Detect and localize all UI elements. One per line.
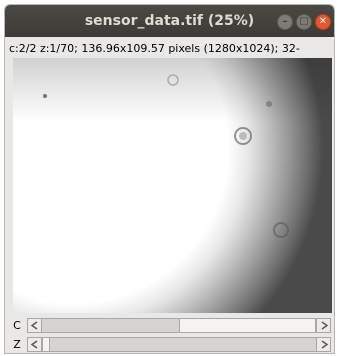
z-slider-label: Z	[13, 338, 21, 351]
arrow-right-icon	[321, 340, 329, 349]
channel-slider-thumb[interactable]	[179, 319, 316, 332]
channel-slider[interactable]	[27, 318, 331, 333]
arrow-left-icon	[30, 340, 38, 349]
z-slider-thumb[interactable]	[42, 338, 50, 351]
arrow-left-icon	[30, 321, 38, 330]
z-slider-right-button[interactable]	[316, 338, 330, 351]
image-window: sensor_data.tif (25%) – □ ✕ c:2/2 z:1/70…	[4, 4, 335, 354]
z-slider-left-button[interactable]	[28, 338, 42, 351]
maximize-icon: □	[299, 16, 309, 27]
channel-slider-right-button[interactable]	[316, 319, 330, 332]
image-info: c:2/2 z:1/70; 136.96x109.57 pixels (1280…	[9, 42, 300, 55]
close-button[interactable]: ✕	[315, 14, 331, 30]
sensor-image	[13, 58, 332, 313]
arrow-right-icon	[321, 321, 329, 330]
minimize-icon: –	[282, 16, 288, 27]
channel-slider-label: C	[13, 319, 21, 332]
z-slider[interactable]	[27, 337, 331, 352]
maximize-button[interactable]: □	[296, 14, 312, 30]
image-canvas[interactable]	[13, 58, 332, 313]
minimize-button[interactable]: –	[277, 14, 293, 30]
channel-slider-left-button[interactable]	[28, 319, 42, 332]
close-icon: ✕	[318, 16, 328, 27]
title-bar[interactable]: sensor_data.tif (25%) – □ ✕	[5, 5, 334, 37]
